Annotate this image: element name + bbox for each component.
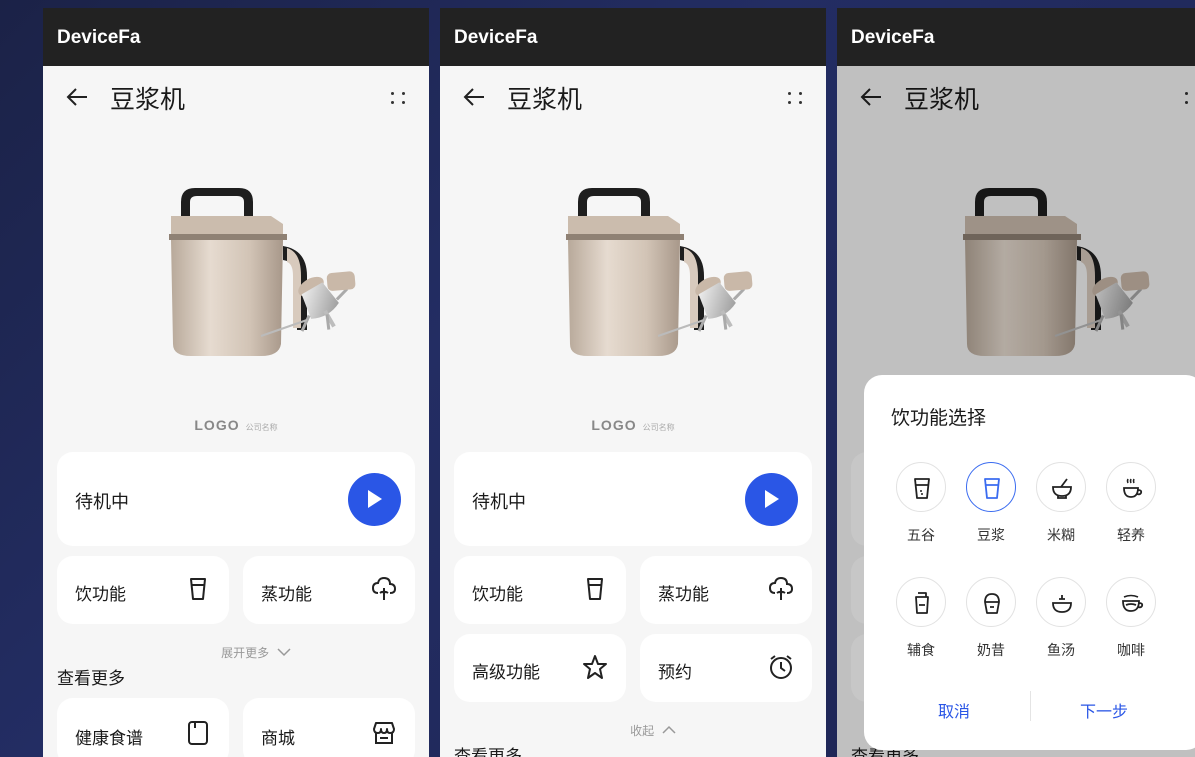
expand-more-button[interactable]: 展开更多: [43, 644, 429, 661]
brand-line: LOGO 公司名称: [440, 415, 826, 434]
drink-function-label: 饮功能: [472, 585, 523, 605]
option-baby-food[interactable]: 辅食: [891, 577, 951, 660]
soymilk-maker-image: [111, 180, 371, 360]
page-title: 豆浆机: [110, 85, 186, 114]
start-button[interactable]: [348, 473, 401, 526]
star-icon: [582, 654, 608, 680]
status-bar: DeviceFa: [43, 8, 429, 66]
store-icon: [371, 720, 397, 746]
steam-function-label: 蒸功能: [658, 585, 709, 605]
more-options-icon[interactable]: [786, 88, 804, 106]
play-icon: [765, 490, 779, 508]
cup-icon: [980, 476, 1004, 500]
see-more-title: 查看更多: [57, 669, 125, 689]
advanced-function-label: 高级功能: [472, 663, 540, 683]
drink-function-card[interactable]: 饮功能: [454, 556, 626, 624]
recipes-card[interactable]: 健康食谱: [57, 698, 229, 757]
status-bar-title: DeviceFa: [57, 27, 141, 48]
start-button[interactable]: [745, 473, 798, 526]
steam-function-card[interactable]: 蒸功能: [243, 556, 415, 624]
alarm-icon: [768, 654, 794, 680]
option-label: 米糊: [1047, 528, 1075, 544]
status-bar: DeviceFa: [837, 8, 1195, 66]
page-title: 豆浆机: [507, 85, 583, 114]
option-label: 五谷: [907, 528, 935, 544]
status-bar: DeviceFa: [440, 8, 826, 66]
steam-function-label: 蒸功能: [261, 585, 312, 605]
coffee-icon: [1120, 591, 1144, 615]
device-status-label: 待机中: [75, 492, 129, 513]
device-status-label: 待机中: [472, 492, 526, 513]
expand-more-label: 展开更多: [221, 646, 270, 660]
book-icon: [185, 720, 211, 746]
chevron-up-icon: [662, 725, 676, 734]
company-name: 公司名称: [642, 423, 675, 432]
phone-screen-expanded: DeviceFa 豆浆机 LOGO 公司名称 待机中 饮功能 蒸功能 高级功能 预…: [440, 8, 826, 757]
company-name: 公司名称: [245, 423, 278, 432]
shake-icon: [980, 591, 1004, 615]
option-rice-paste[interactable]: 米糊: [1031, 462, 1091, 545]
option-label: 鱼汤: [1047, 643, 1075, 659]
mall-label: 商城: [261, 729, 295, 749]
soup-icon: [1050, 591, 1074, 615]
soymilk-maker-image: [508, 180, 768, 360]
hot-cup-icon: [1120, 476, 1144, 500]
drink-function-label: 饮功能: [75, 585, 126, 605]
cancel-button[interactable]: 取消: [938, 698, 970, 722]
more-options-icon[interactable]: [389, 88, 407, 106]
brand-line: LOGO 公司名称: [43, 415, 429, 434]
schedule-label: 预约: [658, 663, 692, 683]
status-bar-title: DeviceFa: [454, 27, 538, 48]
device-status-card: 待机中: [57, 452, 415, 546]
jar-icon: [910, 591, 934, 615]
play-icon: [368, 490, 382, 508]
steam-icon: [768, 576, 794, 602]
cup-dots-icon: [910, 476, 934, 500]
status-bar-title: DeviceFa: [851, 27, 935, 48]
brand-logo: LOGO: [591, 417, 637, 433]
back-arrow-icon[interactable]: [462, 84, 488, 110]
option-label: 奶昔: [977, 643, 1005, 659]
option-label: 辅食: [907, 643, 935, 659]
option-label: 轻养: [1117, 528, 1145, 544]
bowl-icon: [1050, 476, 1074, 500]
dialog-title: 饮功能选择: [891, 407, 987, 429]
collapse-button[interactable]: 收起: [440, 722, 826, 739]
chevron-down-icon: [277, 648, 291, 657]
option-grain[interactable]: 五谷: [891, 462, 951, 545]
phone-screen-dialog: DeviceFa 豆浆机 查看更多 饮功能选择 五谷 豆浆 米糊 轻养 辅食 奶…: [837, 8, 1195, 757]
steam-function-card[interactable]: 蒸功能: [640, 556, 812, 624]
button-divider: [1030, 691, 1031, 721]
title-bar: 豆浆机: [440, 66, 826, 136]
cup-icon: [185, 576, 211, 602]
advanced-function-card[interactable]: 高级功能: [454, 634, 626, 702]
brand-logo: LOGO: [194, 417, 240, 433]
option-soymilk[interactable]: 豆浆: [961, 462, 1021, 545]
mall-card[interactable]: 商城: [243, 698, 415, 757]
see-more-title: 查看更多: [454, 747, 522, 757]
option-fish-soup[interactable]: 鱼汤: [1031, 577, 1091, 660]
device-status-card: 待机中: [454, 452, 812, 546]
collapse-label: 收起: [630, 724, 655, 738]
option-coffee[interactable]: 咖啡: [1101, 577, 1161, 660]
cup-icon: [582, 576, 608, 602]
title-bar: 豆浆机: [43, 66, 429, 136]
schedule-card[interactable]: 预约: [640, 634, 812, 702]
option-label: 咖啡: [1117, 643, 1145, 659]
next-step-button[interactable]: 下一步: [1080, 698, 1128, 722]
option-label: 豆浆: [977, 528, 1005, 544]
option-light[interactable]: 轻养: [1101, 462, 1161, 545]
phone-screen-default: DeviceFa 豆浆机 LOGO 公司名称 待机中 饮功能 蒸功能 展开更多 查…: [43, 8, 429, 757]
option-milkshake[interactable]: 奶昔: [961, 577, 1021, 660]
steam-icon: [371, 576, 397, 602]
recipes-label: 健康食谱: [75, 729, 143, 749]
back-arrow-icon[interactable]: [65, 84, 91, 110]
drink-function-card[interactable]: 饮功能: [57, 556, 229, 624]
drink-function-dialog: 饮功能选择 五谷 豆浆 米糊 轻养 辅食 奶昔 鱼汤 咖啡 取消 下一步: [864, 375, 1195, 750]
